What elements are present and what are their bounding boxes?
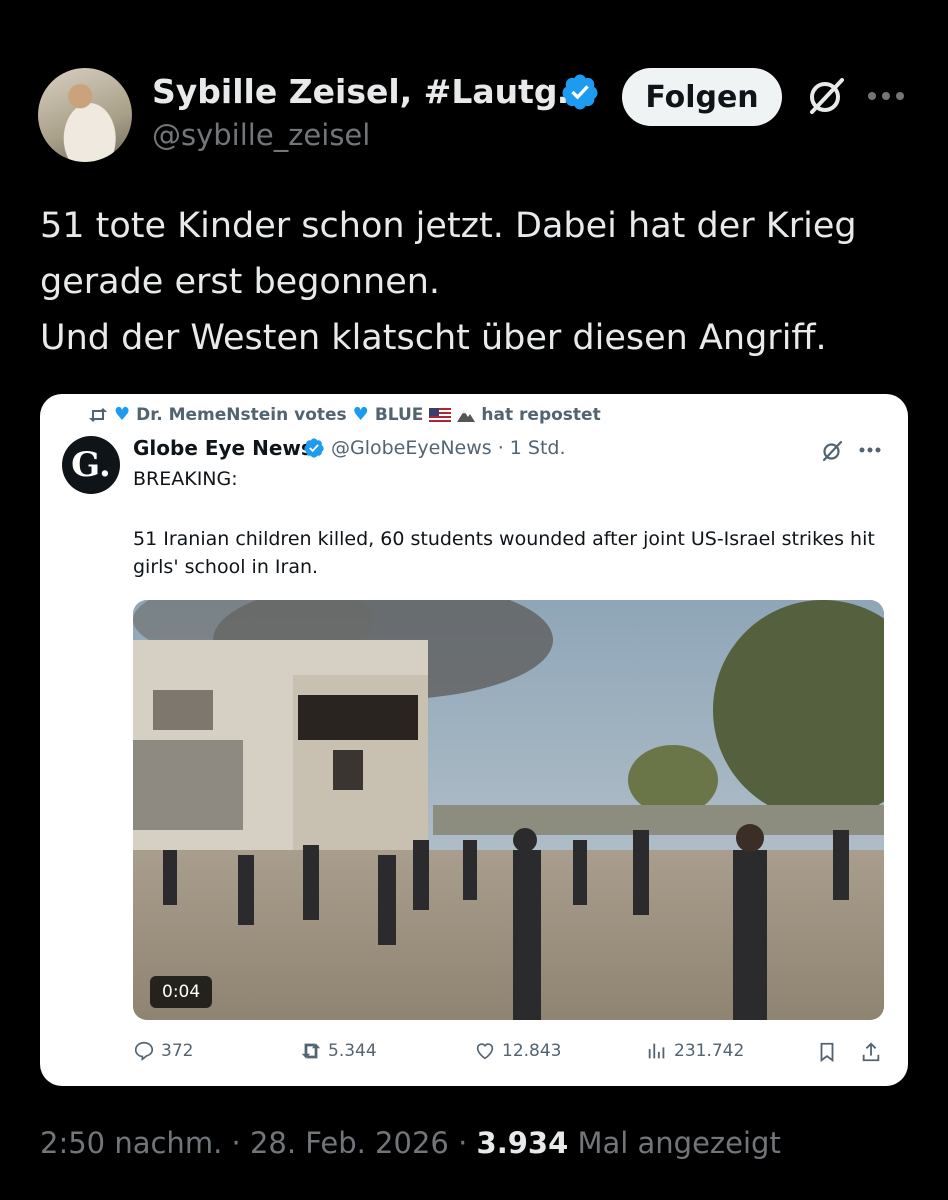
tweet-line: 51 tote Kinder schon jetzt. Dabei hat de… — [40, 206, 857, 246]
tweet-text: 51 tote Kinder schon jetzt. Dabei hat de… — [40, 198, 920, 366]
repost-button[interactable]: 5.344 — [300, 1040, 377, 1062]
video-duration: 0:04 — [150, 976, 213, 1008]
views-count: 231.742 — [674, 1041, 745, 1061]
tweet-line: Und der Westen klatscht über diesen Angr… — [40, 318, 827, 358]
embedded-author-name[interactable]: Globe Eye News — [133, 436, 313, 460]
like-button[interactable]: 12.843 — [474, 1040, 561, 1062]
analytics-icon — [648, 1043, 665, 1059]
video-thumbnail[interactable] — [133, 600, 884, 1020]
blue-heart-icon: ♥ — [352, 404, 369, 425]
repost-by-2: BLUE — [374, 404, 424, 425]
repost-icon — [301, 1043, 321, 1059]
repost-by: Dr. MemeNstein votes — [136, 404, 347, 425]
views-button[interactable]: 231.742 — [646, 1040, 744, 1062]
repost-suffix: hat repostet — [481, 404, 601, 425]
embedded-tweet-body: 51 Iranian children killed, 60 students … — [133, 528, 875, 578]
reply-button[interactable]: 372 — [133, 1040, 193, 1062]
blue-heart-icon: ♥ — [114, 404, 131, 425]
reply-icon — [134, 1041, 154, 1061]
photo-scene — [133, 600, 884, 1020]
follow-button[interactable]: Folgen — [622, 68, 782, 126]
author-handle[interactable]: @sybille_zeisel — [152, 118, 370, 152]
view-count-label: Mal angezeigt — [568, 1126, 781, 1160]
more-options-icon[interactable] — [866, 90, 906, 102]
tweet-meta: 2:50 nachm. · 28. Feb. 2026 · 3.934 Mal … — [40, 1126, 781, 1160]
mountain-icon — [457, 410, 476, 422]
author-display-name[interactable]: Sybille Zeisel, #Lautg… — [152, 72, 591, 111]
bookmark-icon[interactable] — [816, 1041, 838, 1063]
repost-indicator: ♥ Dr. MemeNstein votes ♥ BLUE hat repost… — [88, 404, 601, 425]
tweet-timestamp[interactable]: 2:50 nachm. · 28. Feb. 2026 · — [40, 1126, 477, 1160]
share-icon[interactable] — [860, 1041, 882, 1063]
globe-eye-news-logo[interactable]: G. — [62, 436, 120, 494]
tweet-line: gerade erst begonnen. — [40, 262, 441, 302]
repost-icon — [89, 407, 107, 422]
embedded-author-handle[interactable]: @GlobeEyeNews · 1 Std. — [331, 437, 566, 459]
repost-count: 5.344 — [328, 1041, 377, 1061]
heart-icon — [476, 1043, 494, 1060]
reply-count: 372 — [161, 1041, 194, 1061]
view-count: 3.934 — [476, 1126, 569, 1160]
embedded-grok-icon[interactable] — [820, 439, 844, 463]
like-count: 12.843 — [502, 1041, 562, 1061]
embedded-more-icon[interactable] — [858, 446, 882, 454]
grok-icon[interactable] — [804, 74, 848, 118]
us-flag-icon — [429, 407, 452, 422]
author-avatar[interactable] — [38, 68, 132, 162]
embedded-verified-badge-icon — [304, 438, 324, 458]
verified-badge-icon — [562, 74, 598, 110]
breaking-label: BREAKING: — [133, 468, 238, 490]
